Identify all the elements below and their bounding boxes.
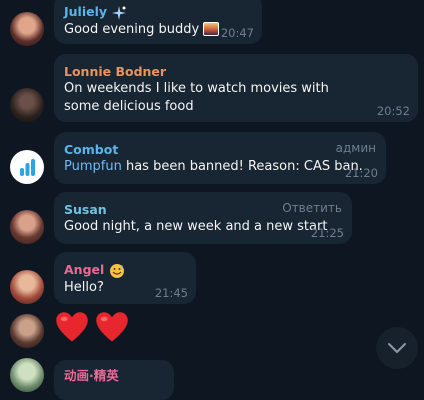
- message-time: 20:47: [220, 26, 254, 40]
- chevron-down-icon: [388, 343, 406, 353]
- user-link[interactable]: Pumpfun: [64, 159, 122, 174]
- message-time: 21:25: [310, 226, 344, 240]
- bar-chart-icon: [20, 159, 35, 176]
- message-bubble[interactable]: Juliely Good evening buddy 20:47: [54, 0, 262, 44]
- message-time: 21:45: [154, 286, 188, 300]
- message-time: 20:52: [376, 104, 410, 118]
- message-bubble[interactable]: Susan Ответить Good night, a new week an…: [54, 192, 352, 244]
- avatar[interactable]: [10, 358, 44, 392]
- sender-name[interactable]: Angel: [64, 258, 186, 279]
- message-bubble[interactable]: 动画·精英: [54, 360, 174, 400]
- avatar[interactable]: [10, 270, 44, 304]
- avatar[interactable]: [10, 12, 44, 46]
- sender-label: Juliely: [64, 4, 108, 19]
- sender-name[interactable]: Juliely: [64, 0, 252, 21]
- avatar[interactable]: [10, 210, 44, 244]
- heart-emoji-icon: [54, 310, 130, 346]
- sender-name[interactable]: Combot: [64, 138, 376, 158]
- message-text: On weekends I like to watch movies with …: [64, 81, 329, 114]
- avatar[interactable]: [10, 314, 44, 348]
- admin-badge: админ: [335, 141, 376, 155]
- sparkles-icon: [112, 5, 127, 20]
- message-text: Good night, a new week and a new start: [64, 219, 328, 234]
- sender-name[interactable]: 动画·精英: [64, 366, 164, 384]
- reply-button[interactable]: Ответить: [282, 201, 342, 215]
- scroll-down-button[interactable]: [376, 327, 418, 369]
- avatar[interactable]: [10, 150, 44, 184]
- sender-label: Angel: [64, 262, 105, 277]
- message-time: 21:20: [344, 166, 378, 180]
- message-bubble[interactable]: Lonnie Bodner On weekends I like to watc…: [54, 54, 418, 122]
- message-bubble[interactable]: Combot админ Pumpfun has been banned! Re…: [54, 132, 386, 184]
- sunset-photo-icon: [203, 22, 220, 36]
- message-bubble[interactable]: Angel Hello? 21:45: [54, 252, 196, 304]
- avatar[interactable]: [10, 88, 44, 122]
- message-text: Pumpfun has been banned! Reason: CAS ban…: [64, 159, 363, 174]
- sender-name[interactable]: Lonnie Bodner: [64, 60, 408, 80]
- sweating-smile-icon: [109, 263, 124, 278]
